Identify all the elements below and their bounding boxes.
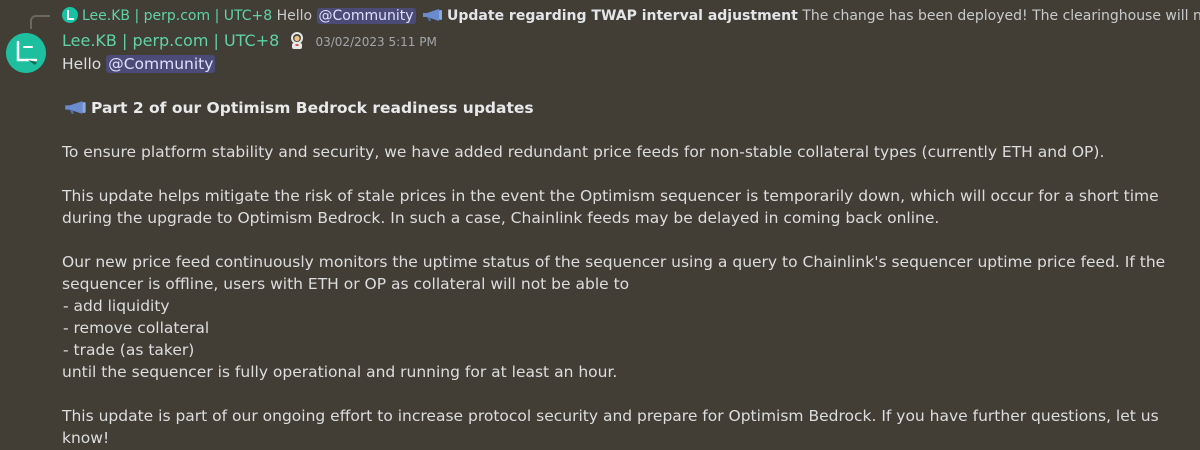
bullet-item: - trade (as taker) — [63, 341, 195, 359]
bullet-item: - remove collateral — [63, 319, 210, 337]
astronaut-emoji-icon — [291, 32, 304, 49]
megaphone-icon — [65, 101, 86, 114]
reply-username[interactable]: Lee.KB | perp.com | UTC+8 — [82, 8, 272, 24]
megaphone-icon — [423, 9, 443, 21]
paragraph-3: Our new price feed continuously monitors… — [62, 253, 1166, 293]
community-mention[interactable]: @Community — [106, 55, 216, 73]
reply-prefix-text: Hello — [272, 8, 317, 24]
reply-bold-text: Update regarding TWAP interval adjustmen… — [447, 8, 798, 24]
greeting-text: Hello — [62, 55, 107, 73]
paragraph-2: This update helps mitigate the risk of s… — [62, 187, 1159, 227]
heading-text: Part 2 of our Optimism Bedrock readiness… — [91, 99, 534, 117]
reply-connector — [30, 15, 50, 29]
reply-rest-text: The change has been deployed! The cleari… — [802, 8, 1200, 24]
reply-avatar[interactable] — [62, 7, 78, 23]
paragraph-4: This update is part of our ongoing effor… — [62, 407, 1159, 447]
reply-mention[interactable]: @Community — [316, 8, 416, 24]
greeting-line: Hello @Community — [62, 53, 1192, 75]
avatar[interactable] — [6, 33, 46, 73]
heading-line: Part 2 of our Optimism Bedrock readiness… — [62, 97, 1192, 119]
bullet-item: - add liquidity — [63, 297, 170, 315]
perp-logo-icon — [6, 33, 46, 73]
paragraph-1: To ensure platform stability and securit… — [62, 143, 1105, 161]
message-timestamp: 03/02/2023 5:11 PM — [315, 35, 437, 49]
reply-preview[interactable]: Lee.KB | perp.com | UTC+8 Hello @Communi… — [62, 6, 1200, 26]
message-username[interactable]: Lee.KB | perp.com | UTC+8 — [62, 31, 279, 50]
paragraph-3-end: until the sequencer is fully operational… — [62, 363, 618, 381]
message-header: Lee.KB | perp.com | UTC+8 03/02/2023 5:1… — [62, 30, 437, 52]
message-content: Hello @Community Part 2 of our Optimism … — [62, 53, 1192, 449]
